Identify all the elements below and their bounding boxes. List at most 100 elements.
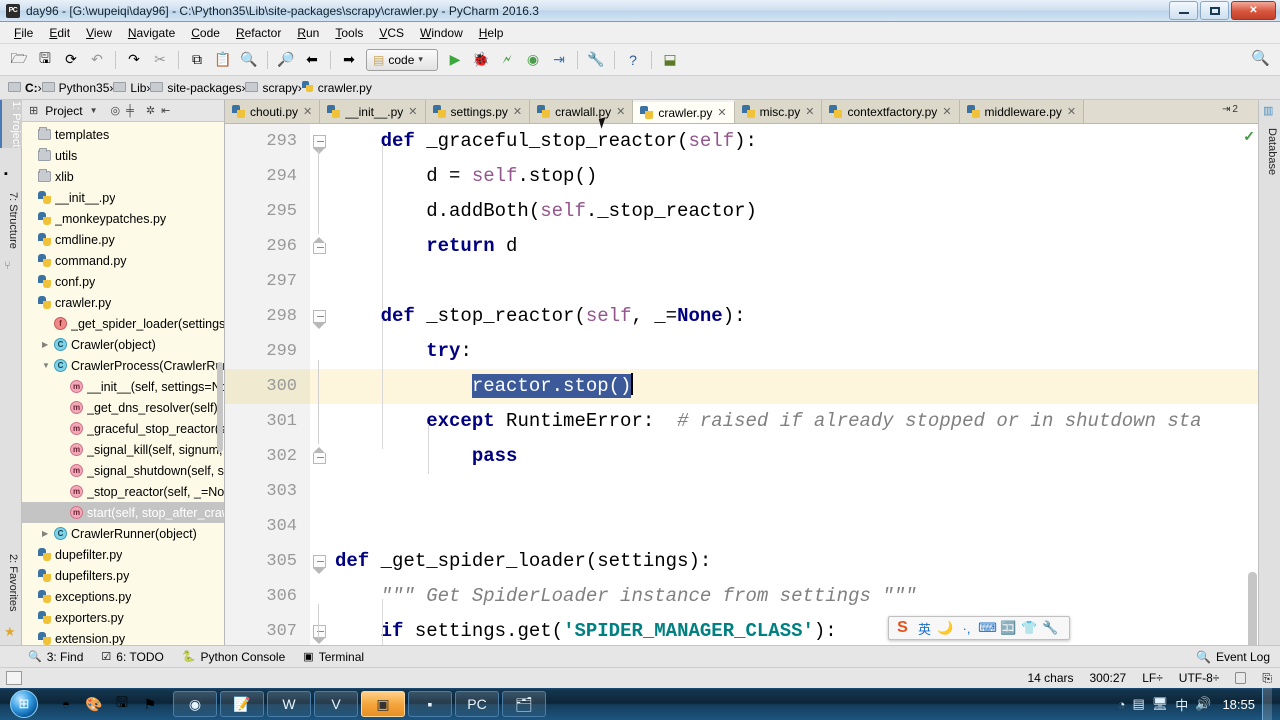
tree-item[interactable]: m _signal_shutdown(self, sig	[22, 460, 224, 481]
editor-line[interactable]: 293 def _graceful_stop_reactor(self):	[225, 124, 1258, 159]
editor-line[interactable]: 305 def _get_spider_loader(settings):	[225, 544, 1258, 579]
tree-item[interactable]: ▶ C CrawlerRunner(object)	[22, 523, 224, 544]
editor-tab-chouti-py[interactable]: chouti.py ✕	[225, 100, 321, 123]
search-everywhere-icon[interactable]: 🔍	[1251, 49, 1270, 67]
close-icon[interactable]: ✕	[1067, 105, 1076, 118]
tree-item[interactable]: utils	[22, 145, 224, 166]
minimize-button[interactable]	[1169, 1, 1198, 20]
sidebar-item-database[interactable]: Database	[1259, 124, 1280, 179]
tray-volume-icon[interactable]: 🔊	[1195, 696, 1211, 712]
notepad-task[interactable]: 📝	[220, 691, 264, 717]
run-configuration-selector[interactable]: ▤ code ▾	[366, 48, 438, 71]
close-icon[interactable]: ✕	[942, 105, 951, 118]
editor-line[interactable]: 302 pass	[225, 439, 1258, 474]
fold-marker[interactable]	[313, 135, 328, 154]
paint-icon[interactable]: 🎨	[81, 691, 107, 717]
close-icon[interactable]: ✕	[303, 105, 312, 118]
tray-ime-icon[interactable]: 中	[1175, 695, 1188, 714]
language-mode-icon[interactable]: 英	[916, 619, 933, 638]
settings-icon[interactable]: 🔧	[584, 48, 608, 72]
chrome-task[interactable]: ◉	[173, 691, 217, 717]
open-folder-icon[interactable]: 🗁	[7, 48, 31, 72]
editor-tab-misc-py[interactable]: misc.py ✕	[734, 100, 823, 123]
project-tree[interactable]: templates utils xlib __init__.py _monkeypatc…	[22, 122, 224, 645]
copy-icon[interactable]: ⧉	[185, 48, 209, 72]
target-icon[interactable]: ◎	[111, 104, 121, 117]
status-line-separator[interactable]: LF÷	[1142, 671, 1163, 685]
tree-item[interactable]: f _get_spider_loader(settings)	[22, 313, 224, 334]
fold-marker[interactable]	[313, 555, 328, 574]
skin-icon[interactable]: 👕	[1021, 620, 1038, 636]
tree-item[interactable]: m start(self, stop_after_craw	[22, 502, 224, 523]
explorer-task[interactable]: 🗂	[502, 691, 546, 717]
undo-icon[interactable]: ↶	[85, 48, 109, 72]
tool-window-button-3--find[interactable]: 🔍 3: Find	[28, 650, 83, 664]
vcs-update-icon[interactable]: ⬓	[658, 48, 682, 72]
breadcrumb-item-c-[interactable]: C:	[8, 81, 38, 95]
status-caret-position[interactable]: 300:27	[1090, 671, 1127, 685]
breadcrumb-item-crawler-py[interactable]: crawler.py	[301, 81, 372, 95]
cmd-task[interactable]: ▪	[408, 691, 452, 717]
tree-item[interactable]: exporters.py	[22, 607, 224, 628]
cut-icon[interactable]: ✂	[148, 48, 172, 72]
breadcrumb-item-lib[interactable]: Lib	[113, 81, 146, 95]
tool-window-button-python-console[interactable]: 🐍 Python Console	[182, 650, 285, 664]
editor-line[interactable]: 299 try:	[225, 334, 1258, 369]
tray-network-windows-icon[interactable]: ▤	[1132, 696, 1144, 712]
run-coverage-icon[interactable]: 🗲	[495, 48, 519, 72]
breadcrumb-item-python35[interactable]: Python35	[41, 81, 109, 95]
menu-item-view[interactable]: View	[78, 24, 120, 42]
find-icon[interactable]: 🔍	[237, 48, 261, 72]
forward-icon[interactable]: ➡	[337, 48, 361, 72]
editor-line[interactable]: 296 return d	[225, 229, 1258, 264]
sogou-logo-icon[interactable]: S	[893, 619, 912, 638]
editor-tab-crawler-py[interactable]: crawler.py ✕	[633, 100, 735, 123]
close-icon[interactable]: ✕	[805, 105, 814, 118]
redo-icon[interactable]: ↷	[122, 48, 146, 72]
breadcrumb-item-site-packages[interactable]: site-packages	[150, 81, 241, 95]
fold-marker[interactable]	[313, 310, 328, 329]
menu-item-file[interactable]: File	[6, 24, 41, 42]
menu-item-run[interactable]: Run	[289, 24, 327, 42]
media-player-icon[interactable]: ◓	[53, 691, 79, 717]
tree-item[interactable]: __init__.py	[22, 187, 224, 208]
menu-item-refactor[interactable]: Refactor	[228, 24, 289, 42]
menu-item-help[interactable]: Help	[471, 24, 512, 42]
editor-line[interactable]: 304	[225, 509, 1258, 544]
word-task[interactable]: W	[267, 691, 311, 717]
start-button[interactable]: ⊞	[1, 689, 47, 719]
tree-item[interactable]: extension.py	[22, 628, 224, 645]
tool-window-button-terminal[interactable]: ▣ Terminal	[303, 650, 364, 664]
editor-line[interactable]: 298 def _stop_reactor(self, _=None):	[225, 299, 1258, 334]
show-desktop-button[interactable]	[1262, 688, 1272, 720]
editor-line[interactable]: 294 d = self.stop()	[225, 159, 1258, 194]
close-icon[interactable]: ✕	[513, 105, 522, 118]
tree-item[interactable]: m _stop_reactor(self, _=No	[22, 481, 224, 502]
lock-icon[interactable]	[1235, 672, 1247, 684]
sync-icon[interactable]: ⟳	[59, 48, 83, 72]
punctuation-icon[interactable]: ·,	[958, 621, 975, 636]
run-icon[interactable]: ▶	[443, 48, 467, 72]
debug-icon[interactable]: 🐞	[469, 48, 493, 72]
editor-line[interactable]: 300 reactor.stop()	[225, 369, 1258, 404]
input-method-icon[interactable]: 🈁	[1000, 620, 1017, 636]
editor-tab-middleware-py[interactable]: middleware.py ✕	[959, 100, 1085, 123]
editor-line[interactable]: 306 """ Get SpiderLoader instance from s…	[225, 579, 1258, 614]
tree-item[interactable]: m _graceful_stop_reactor(se	[22, 418, 224, 439]
tree-item[interactable]: ▼ C CrawlerProcess(CrawlerRunn	[22, 355, 224, 376]
project-scrollbar[interactable]	[217, 362, 223, 452]
chevron-down-icon[interactable]: ▼	[90, 106, 98, 115]
sidebar-item-favorites[interactable]: 2: Favorites	[0, 550, 22, 615]
save-all-icon[interactable]: 🖫	[33, 48, 57, 72]
toolbox-icon[interactable]: 🔧	[1042, 620, 1059, 636]
tree-item[interactable]: exceptions.py	[22, 586, 224, 607]
editor-line[interactable]: 301 except RuntimeError: # raised if alr…	[225, 404, 1258, 439]
editor-tab-contextfactory-py[interactable]: contextfactory.py ✕	[822, 100, 960, 123]
tree-item[interactable]: dupefilters.py	[22, 565, 224, 586]
tray-app-icon[interactable]: ◔	[1118, 697, 1126, 712]
hide-panel-icon[interactable]: ⇤	[161, 104, 170, 117]
attach-icon[interactable]: ⇥	[547, 48, 571, 72]
tree-item[interactable]: dupefilter.py	[22, 544, 224, 565]
tool-window-button-6--todo[interactable]: ☑ 6: TODO	[101, 650, 163, 664]
help-icon[interactable]: ?	[621, 48, 645, 72]
